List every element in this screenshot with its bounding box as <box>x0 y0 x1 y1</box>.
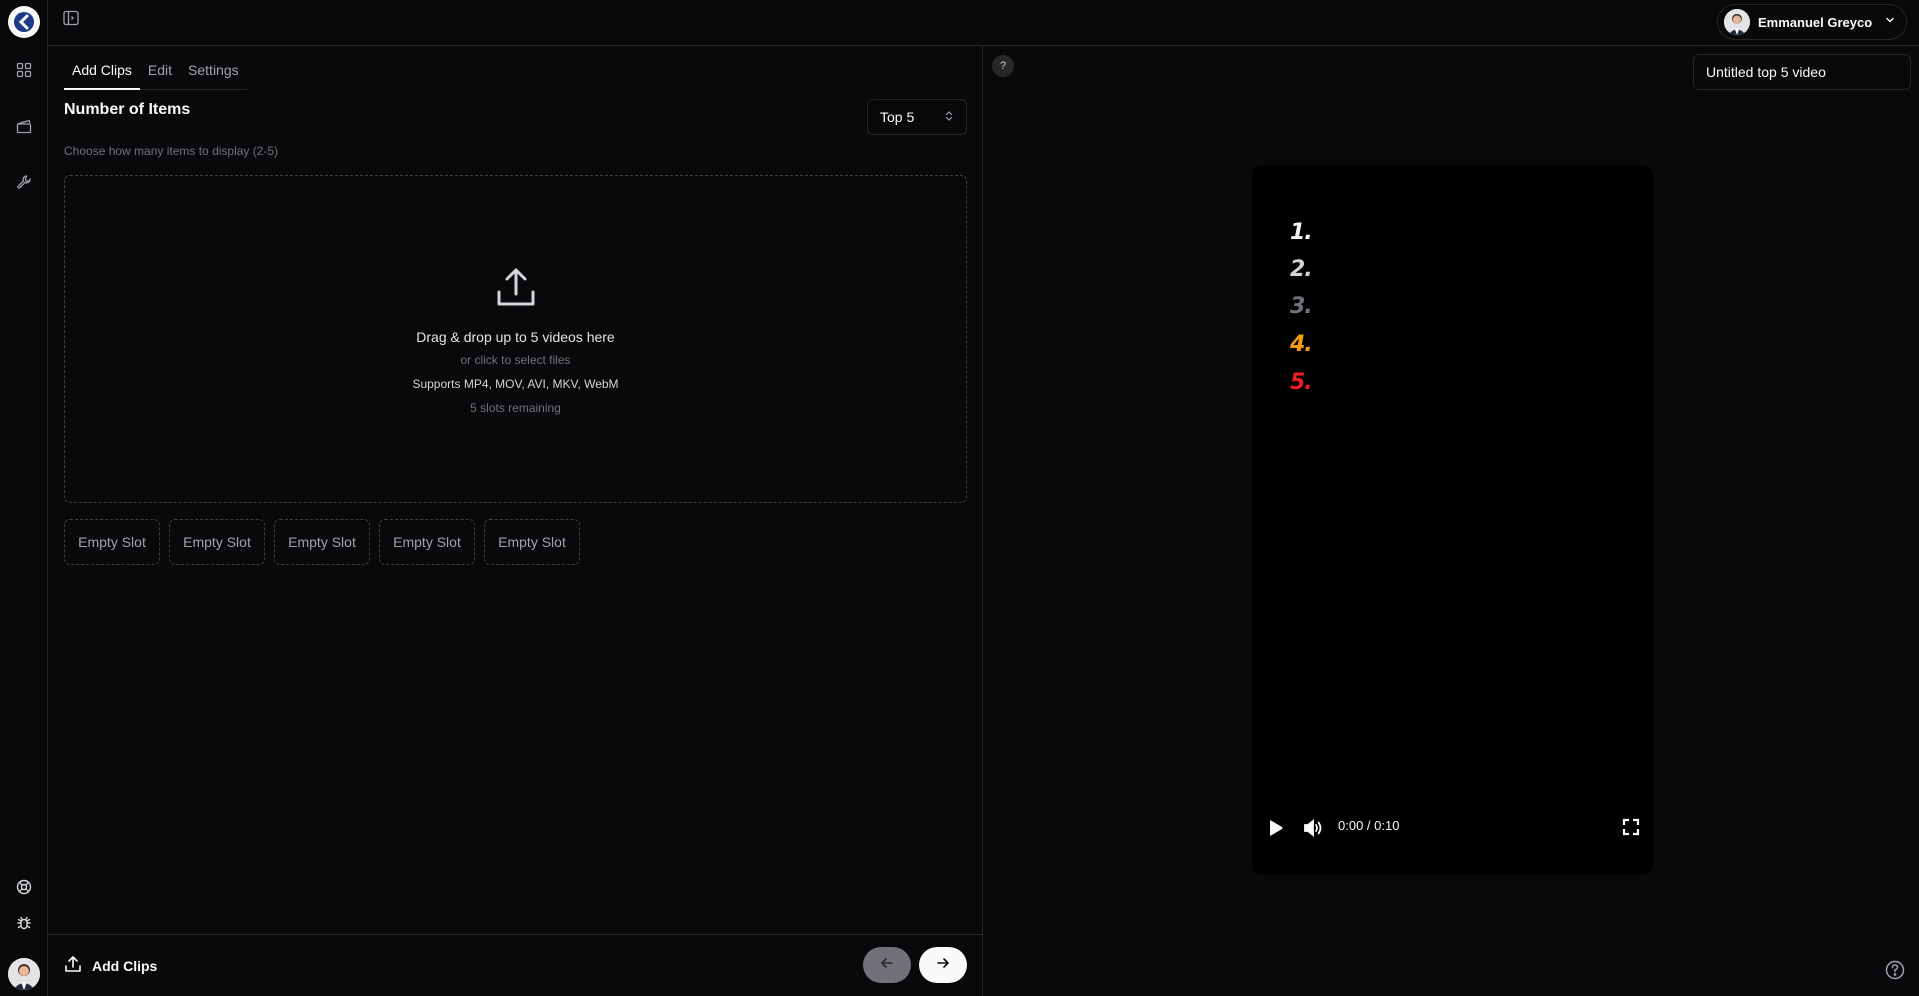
dropzone-title: Drag & drop up to 5 videos here <box>416 329 615 345</box>
empty-slot[interactable]: Empty Slot <box>64 519 160 565</box>
rank-label-2: 2. <box>1290 257 1313 282</box>
app-root: Emmanuel Greyco Add Clips Edit Settings … <box>0 0 1919 996</box>
editor-panel: Add Clips Edit Settings Number of Items … <box>48 46 983 996</box>
bug-icon[interactable] <box>14 913 34 933</box>
clapperboard-icon[interactable] <box>14 116 34 136</box>
arrow-left-icon <box>880 956 894 975</box>
editor-footer: Add Clips <box>48 934 982 996</box>
empty-slot[interactable]: Empty Slot <box>169 519 265 565</box>
help-circle-icon[interactable] <box>1885 960 1905 980</box>
video-dropzone[interactable]: Drag & drop up to 5 videos here or click… <box>64 175 967 503</box>
top-bar: Emmanuel Greyco <box>48 0 1919 46</box>
user-menu-button[interactable]: Emmanuel Greyco <box>1717 4 1907 40</box>
lifebuoy-icon[interactable] <box>14 877 34 897</box>
rank-label-1: 1. <box>1290 220 1313 245</box>
clip-slots: Empty Slot Empty Slot Empty Slot Empty S… <box>64 519 580 565</box>
rank-label-3: 3. <box>1290 294 1313 319</box>
playback-time: 0:00 / 0:10 <box>1338 818 1400 833</box>
add-clips-button[interactable]: Add Clips <box>64 955 157 976</box>
grid-icon[interactable] <box>14 60 34 80</box>
tab-settings[interactable]: Settings <box>180 62 247 89</box>
empty-slot[interactable]: Empty Slot <box>484 519 580 565</box>
tab-add-clips[interactable]: Add Clips <box>64 62 140 90</box>
empty-slot[interactable]: Empty Slot <box>379 519 475 565</box>
editor-tabs: Add Clips Edit Settings <box>64 62 247 90</box>
user-avatar <box>1724 9 1750 35</box>
next-step-button[interactable] <box>919 947 967 983</box>
chevron-up-down-icon <box>944 109 954 125</box>
preview-panel: ? 1. 2. 3. 4. 5. 0:00 / 0:10 <box>984 46 1919 996</box>
volume-icon[interactable] <box>1302 817 1324 839</box>
user-name: Emmanuel Greyco <box>1758 14 1873 30</box>
dropzone-formats: Supports MP4, MOV, AVI, MKV, WebM <box>412 377 619 391</box>
help-button[interactable]: ? <box>992 55 1014 77</box>
empty-slot[interactable]: Empty Slot <box>274 519 370 565</box>
upload-icon <box>494 266 538 315</box>
upload-icon <box>64 955 82 976</box>
dropzone-subtitle: or click to select files <box>460 353 571 367</box>
fullscreen-icon[interactable] <box>1621 817 1641 837</box>
item-count-value: Top 5 <box>880 109 915 125</box>
previous-step-button[interactable] <box>863 947 911 983</box>
item-count-select[interactable]: Top 5 <box>867 99 967 135</box>
number-of-items-title: Number of Items <box>64 101 191 118</box>
video-preview-player[interactable]: 1. 2. 3. 4. 5. 0:00 / 0:10 <box>1252 165 1653 875</box>
wrench-icon[interactable] <box>14 172 34 192</box>
sidebar-toggle-icon[interactable] <box>62 9 80 27</box>
dropzone-remaining: 5 slots remaining <box>470 401 561 415</box>
number-of-items-help: Choose how many items to display (2-5) <box>64 144 279 158</box>
avatar[interactable] <box>8 958 40 990</box>
arrow-right-icon <box>936 956 950 975</box>
rank-label-4: 4. <box>1290 332 1313 357</box>
video-title-input[interactable] <box>1693 54 1911 90</box>
play-icon[interactable] <box>1264 817 1286 839</box>
app-logo-icon[interactable] <box>8 6 40 38</box>
rank-label-5: 5. <box>1290 370 1313 395</box>
tab-edit[interactable]: Edit <box>140 62 180 89</box>
left-rail <box>0 0 48 996</box>
chevron-down-icon <box>1884 13 1896 31</box>
add-clips-label: Add Clips <box>92 957 158 974</box>
